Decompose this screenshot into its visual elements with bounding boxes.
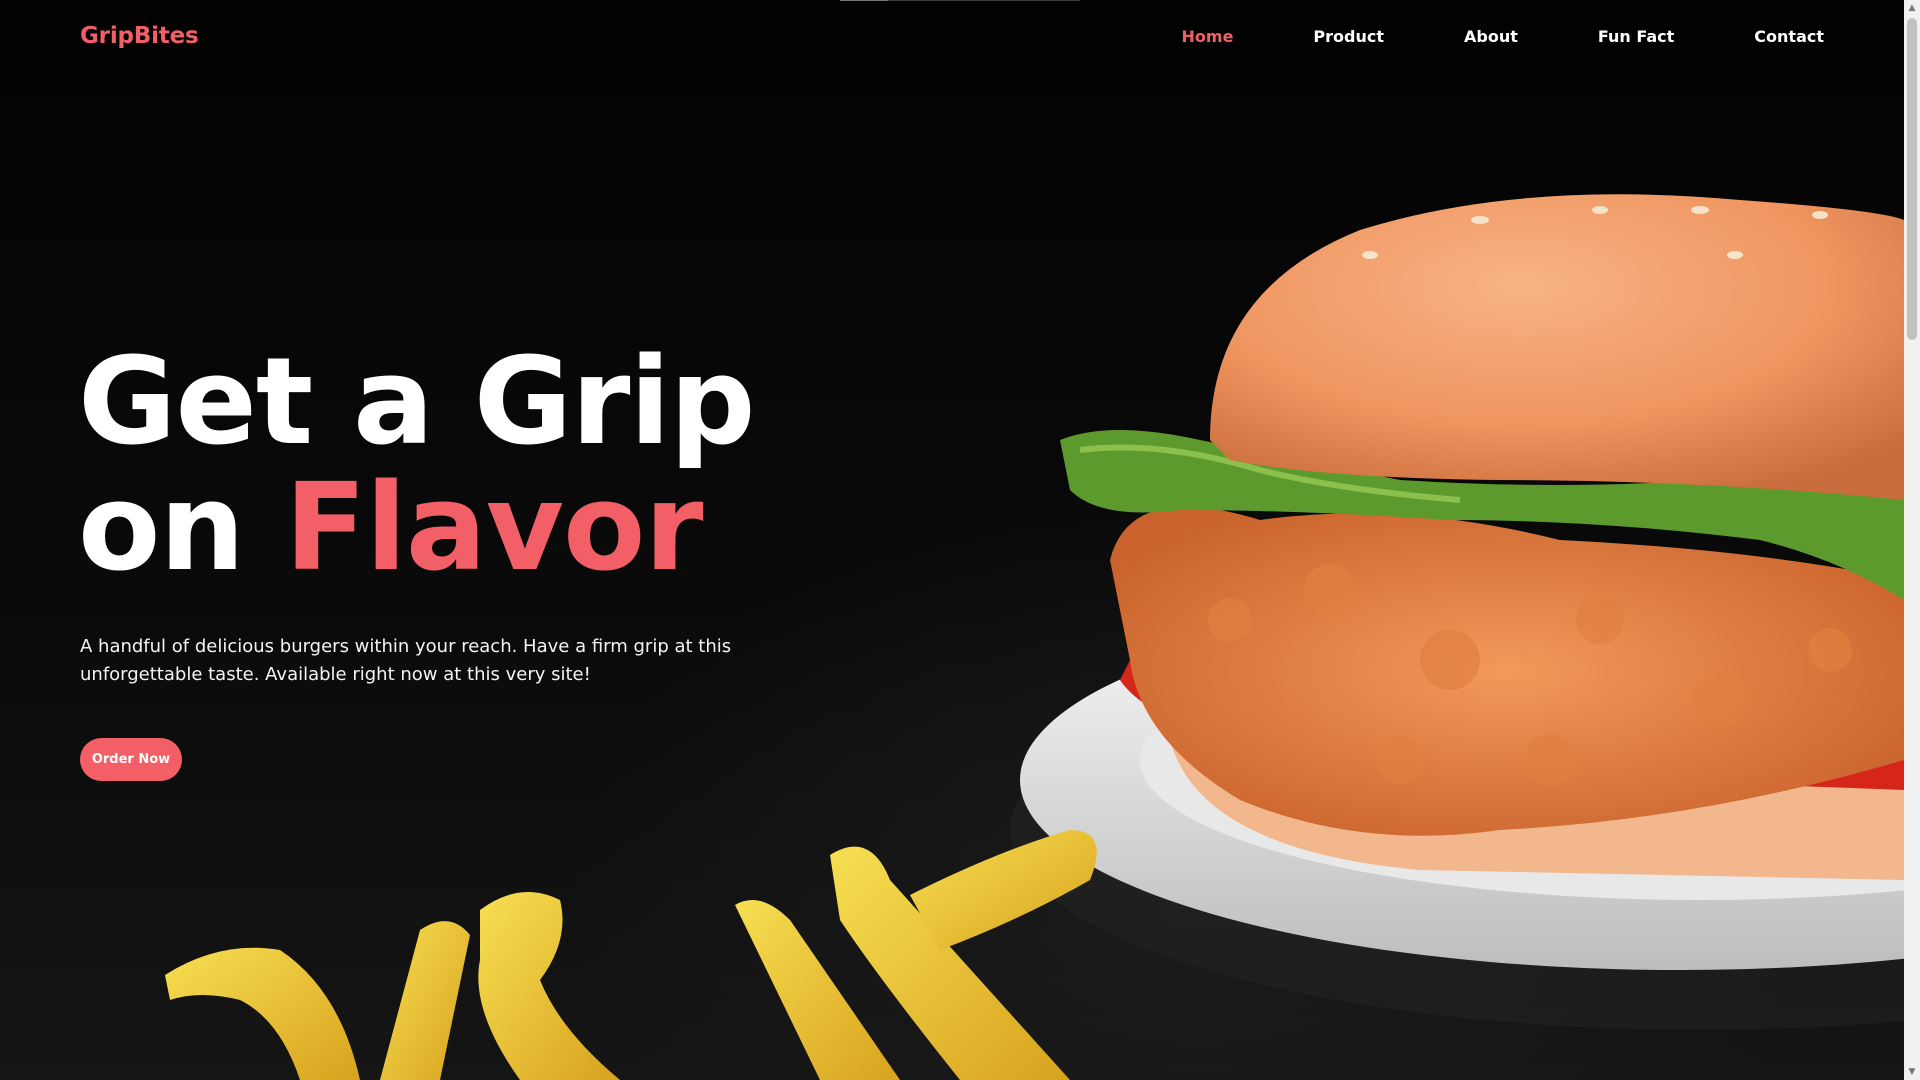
- brand-logo[interactable]: GripBites: [80, 23, 199, 49]
- nav-item-contact[interactable]: Contact: [1754, 27, 1824, 46]
- order-now-button[interactable]: Order Now: [80, 738, 182, 781]
- scrollbar-thumb[interactable]: [1907, 18, 1917, 340]
- scroll-down-arrow-icon[interactable]: ▼: [1904, 1064, 1920, 1080]
- page: GripBites Home Product About Fun Fact Co…: [0, 0, 1904, 1080]
- nav-item-product[interactable]: Product: [1313, 27, 1384, 46]
- nav-item-fun-fact[interactable]: Fun Fact: [1598, 27, 1674, 46]
- nav-item-home[interactable]: Home: [1182, 27, 1234, 46]
- hero-title-line2-prefix: on: [78, 459, 245, 598]
- hero-title-accent: Flavor: [284, 459, 704, 598]
- top-navigation: GripBites Home Product About Fun Fact Co…: [0, 0, 1904, 74]
- nav-item-about[interactable]: About: [1464, 27, 1518, 46]
- hero-description: A handful of delicious burgers within yo…: [80, 636, 732, 685]
- page-scrollbar[interactable]: ▲ ▼: [1904, 0, 1920, 1080]
- hero-title: Get a Grip on Flavor: [78, 340, 755, 592]
- hero-title-line1: Get a Grip: [78, 333, 755, 472]
- nav-menu: Home Product About Fun Fact Contact: [1182, 27, 1824, 46]
- scroll-up-arrow-icon[interactable]: ▲: [1904, 0, 1920, 16]
